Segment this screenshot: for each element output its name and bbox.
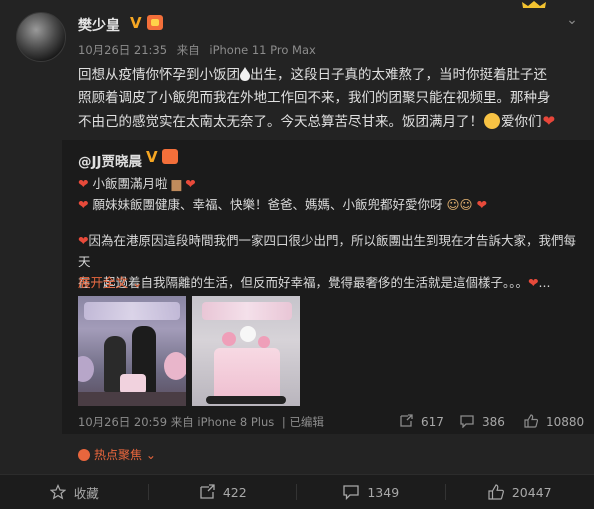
flame-emoji-icon [240,67,250,81]
like-icon [524,414,538,428]
hot-topic-icon [78,449,90,461]
favorite-button[interactable]: 收藏 [0,475,149,509]
edited-label[interactable]: 已编辑 [289,415,324,429]
balloon [164,352,186,380]
verified-badge-icon: V [146,148,158,166]
verified-badge-icon: V [130,14,144,30]
avatar[interactable] [16,12,66,62]
cake [120,374,146,394]
comment-count: 386 [482,415,505,429]
repost-comment-count[interactable]: 386 [460,414,505,429]
comment-button[interactable]: 1349 [297,475,446,509]
repost-time[interactable]: 10月26日 20:59 [78,415,167,429]
post-text-part: 不由己的感觉实在太南太无奈了。今天总算苦尽甘来。饭团满月了！ [78,114,483,130]
comment-icon [460,414,474,428]
repost-button[interactable]: 422 [149,475,298,509]
balloon [222,332,236,346]
kiss-emoji-icon [484,113,500,129]
comment-count: 1349 [367,485,399,500]
repost-body: ❤因為在港原因這段時間我們一家四口很少出門，所以飯團出生到現在才告訴大家，我們每… [78,230,578,293]
heart-emoji-icon: ❤ [78,176,88,191]
post-text-part: 照顾着调皮了小飯兜而我在外地工作回不来，我们的团聚只能在视频里。那种身 [78,90,551,106]
repost-body-text: 因為在港原因這段時間我們一家四口很少出門，所以飯團出生到現在才告訴大家，我們每天 [78,233,576,269]
repost-line-2: ❤ 願妹妹飯團健康、幸福、快樂！爸爸、媽媽、小飯兜都好愛你呀 ☺☺ ❤ [78,194,487,213]
repost-meta: 10月26日 20:59 来自 iPhone 8 Plus | 已编辑 [78,414,324,430]
repost-body-tail: ... [539,275,551,290]
member-badge-icon [147,15,163,30]
family-emoji-icon: ☺☺ [446,197,472,212]
chevron-down-icon[interactable]: ⌄ [564,12,580,28]
heart-emoji-icon: ❤ [477,197,487,212]
repost-device: iPhone 8 Plus [197,415,274,429]
expand-label[interactable]: 展开全文 [78,275,128,290]
star-icon [50,484,66,500]
action-bar: 收藏 422 1349 20447 [0,474,594,509]
repost-icon [399,414,413,428]
post-time[interactable]: 10月26日 21:35 [78,43,167,57]
hot-topic-label[interactable]: 热点聚焦 [94,448,142,462]
comment-icon [343,484,359,500]
cake [214,348,280,398]
birthday-banner [84,302,180,320]
repost-from-label: 来自 [171,415,194,429]
balloon [258,336,270,348]
post-text-part: 出生，这段日子真的太难熬了，当时你挺着肚子还 [250,67,547,83]
birthday-banner [202,302,292,320]
repost-body-text: 在一起過着自我隔離的生活，但反而好幸福，覺得最奢侈的生活就是這個樣子。。。 [78,275,528,290]
repost-photo-1[interactable] [78,296,186,406]
like-button[interactable]: 20447 [446,475,594,509]
heart-emoji-icon: ❤ [78,233,88,248]
repost-line-2-text: 願妹妹飯團健康、幸福、快樂！爸爸、媽媽、小飯兜都好愛你呀 [92,197,442,212]
post-device: iPhone 11 Pro Max [209,43,315,57]
post-username[interactable]: 樊少皇 [78,15,120,35]
like-count: 20447 [512,485,552,500]
chevron-down-icon: ⌄ [142,448,156,462]
heart-emoji-icon: ❤ [78,197,88,212]
expand-full-text-link[interactable]: 展开全文 ⌄ [78,272,142,291]
repost-icon [199,484,215,500]
repost-card[interactable]: @JJ贾晓晨 V ❤ 小飯團滿月啦 ▆ ❤ ❤ 願妹妹飯團健康、幸福、快樂！爸爸… [62,140,594,434]
repost-count: 617 [421,415,444,429]
post-from-label: 来自 [177,43,200,57]
repost-count: 422 [223,485,247,500]
repost-repost-count[interactable]: 617 [399,414,444,429]
post-text-part: 回想从疫情你怀孕到小饭团 [78,67,240,83]
heart-emoji-icon: ❤ [185,176,195,191]
balloon [78,356,94,382]
post-meta: 10月26日 21:35 来自 iPhone 11 Pro Max [78,42,322,58]
repost-line-1: ❤ 小飯團滿月啦 ▆ ❤ [78,173,196,192]
post-text-part: 爱你们 [501,114,542,130]
hot-topic-link[interactable]: 热点聚焦 ⌄ [78,446,156,463]
like-count: 10880 [546,415,584,429]
table [78,392,186,406]
repost-line-1-text: 小飯團滿月啦 [92,176,167,191]
heart-emoji-icon: ❤ [528,275,538,290]
cake-emoji-icon: ▆ [171,176,181,191]
favorite-label: 收藏 [74,483,99,502]
repost-username[interactable]: @JJ贾晓晨 [78,150,142,170]
member-badge-icon [162,149,178,164]
separator: | [282,415,286,429]
repost-photo-2[interactable] [192,296,300,406]
weibo-post-card: 樊少皇 V ⌄ 10月26日 21:35 来自 iPhone 11 Pro Ma… [0,0,594,474]
repost-like-count[interactable]: 10880 [524,414,584,429]
like-icon [488,484,504,500]
post-text: 回想从疫情你怀孕到小饭团出生，这段日子真的太难熬了，当时你挺着肚子还 照顾着调皮… [78,64,578,134]
heart-emoji-icon: ❤ [543,110,556,133]
balloon [240,326,256,342]
crown-decoration-icon [520,0,548,8]
chevron-down-icon: ⌄ [132,275,142,290]
cake-plate [206,396,286,404]
